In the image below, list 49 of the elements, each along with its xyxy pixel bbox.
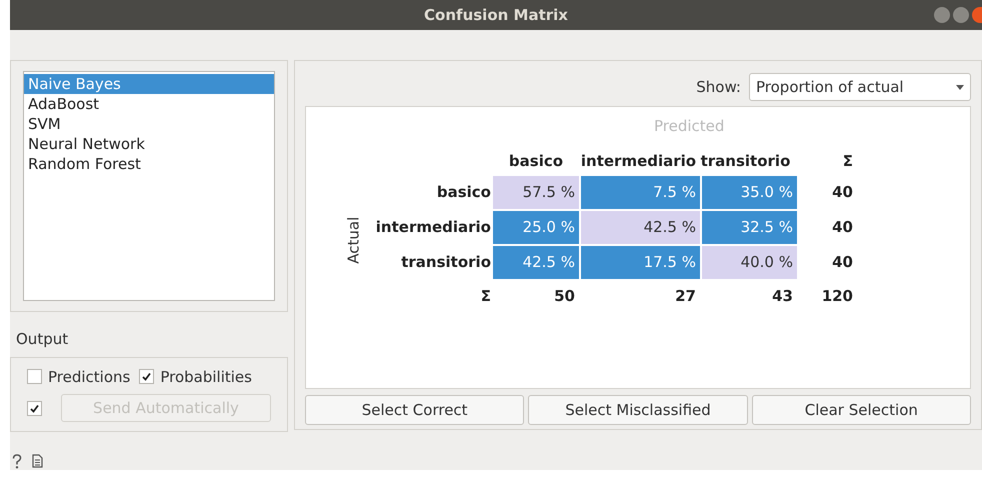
row-sum: 40	[831, 182, 853, 203]
row-header: intermediario	[374, 216, 492, 238]
matrix-cell: 17.5 %	[581, 246, 700, 278]
checkbox-label: Predictions	[48, 366, 130, 388]
matrix-cell: 57.5 %	[493, 176, 579, 208]
sum-header: Σ	[842, 151, 853, 172]
total-label: Σ	[480, 286, 492, 308]
action-button[interactable]: Select Correct	[305, 395, 524, 425]
checkbox-label: Probabilities	[160, 366, 252, 388]
column-header: basico	[508, 151, 564, 172]
maximize-icon[interactable]	[953, 7, 969, 23]
document-icon[interactable]	[32, 454, 43, 468]
matrix-cell: 42.5 %	[493, 246, 579, 278]
actual-label: Actual	[342, 217, 363, 264]
caret-icon	[956, 84, 964, 90]
checkbox[interactable]	[139, 369, 154, 384]
row-sum: 40	[831, 252, 853, 273]
column-sum: 27	[674, 286, 697, 308]
check-icon	[141, 371, 152, 382]
show-dropdown[interactable]: Proportion of actual	[749, 73, 971, 101]
learner-item[interactable]: SVM	[24, 114, 274, 134]
window-title: Confusion Matrix	[424, 4, 568, 26]
help-icon[interactable]	[12, 454, 22, 468]
learner-item[interactable]: Random Forest	[24, 154, 274, 174]
matrix-cell: 35.0 %	[702, 176, 797, 208]
matrix-cell: 42.5 %	[581, 210, 700, 244]
minimize-icon[interactable]	[934, 7, 950, 23]
learner-item[interactable]: AdaBoost	[24, 94, 274, 114]
action-button[interactable]: Select Misclassified	[528, 395, 748, 425]
row-sum: 40	[831, 216, 853, 238]
column-header: intermediario	[580, 151, 698, 172]
matrix-cell: 40.0 %	[702, 246, 797, 278]
column-header: transitorio	[700, 151, 792, 172]
predicted-label: Predicted	[654, 116, 726, 137]
grand-total: 120	[820, 286, 853, 308]
column-sum: 43	[771, 286, 794, 308]
learner-item[interactable]: Neural Network	[24, 134, 274, 154]
action-button[interactable]: Clear Selection	[752, 395, 971, 425]
row-header: basico	[436, 182, 492, 203]
matrix-cell: 32.5 %	[702, 210, 797, 244]
checkbox[interactable]	[27, 369, 42, 384]
show-label: Show:	[696, 76, 741, 98]
row-header: transitorio	[400, 252, 492, 273]
matrix-cell: 7.5 %	[581, 176, 700, 208]
column-sum: 50	[553, 286, 576, 308]
check-icon	[29, 402, 40, 414]
close-icon[interactable]	[972, 7, 982, 23]
matrix-cell: 25.0 %	[493, 210, 579, 244]
output-title: Output	[16, 329, 70, 350]
